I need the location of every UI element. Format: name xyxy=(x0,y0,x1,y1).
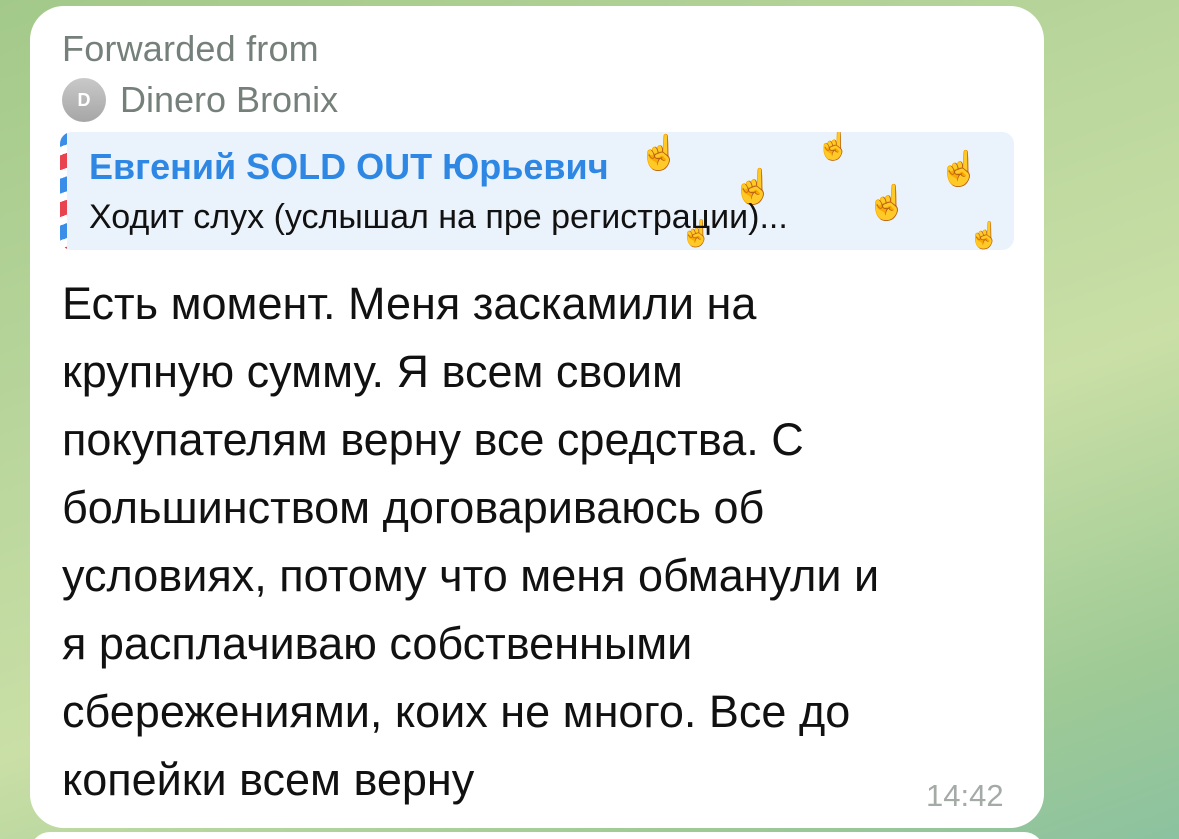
message-timestamp: 14:42 xyxy=(926,778,1004,813)
message-line: крупную сумму. Я всем своим xyxy=(62,346,683,397)
reply-text: Ходит слух (услышал на пре регистрации).… xyxy=(89,198,788,236)
hand-gesture-icon: ☝ xyxy=(938,150,981,188)
message-line: копейки всем верну xyxy=(62,754,475,805)
forwarded-from-label: Forwarded from xyxy=(62,28,319,69)
message-line: покупателям верну все средства. С xyxy=(62,414,804,465)
hand-gesture-icon: ☝ xyxy=(866,184,909,222)
reply-accent-stripe xyxy=(60,132,67,250)
reply-preview[interactable]: ☝ ☝ ☝ ☝ ☝ ☝ ☝ Евгений SOLD OUT Юрьевич Х… xyxy=(60,132,1014,250)
message-line: я расплачиваю собственными xyxy=(62,618,693,669)
next-message-bubble[interactable] xyxy=(30,832,1044,839)
message-line: условиях, потому что меня обманули и xyxy=(62,550,880,601)
hand-gesture-icon: ☝ xyxy=(968,220,1001,250)
message-line: большинством договариваюсь об xyxy=(62,482,765,533)
avatar: D xyxy=(62,78,106,122)
forward-source[interactable]: D Dinero Bronix xyxy=(62,78,338,122)
message-text: Есть момент. Меня заскамили на крупную с… xyxy=(62,270,1022,814)
message-line: Есть момент. Меня заскамили на xyxy=(62,278,757,329)
hand-gesture-icon: ☝ xyxy=(638,134,681,172)
message-line: сбережениями, коих не много. Все до xyxy=(62,686,851,737)
hand-gesture-icon: ☝ xyxy=(816,132,851,161)
forward-source-name: Dinero Bronix xyxy=(120,79,339,120)
reply-author: Евгений SOLD OUT Юрьевич xyxy=(89,146,609,187)
